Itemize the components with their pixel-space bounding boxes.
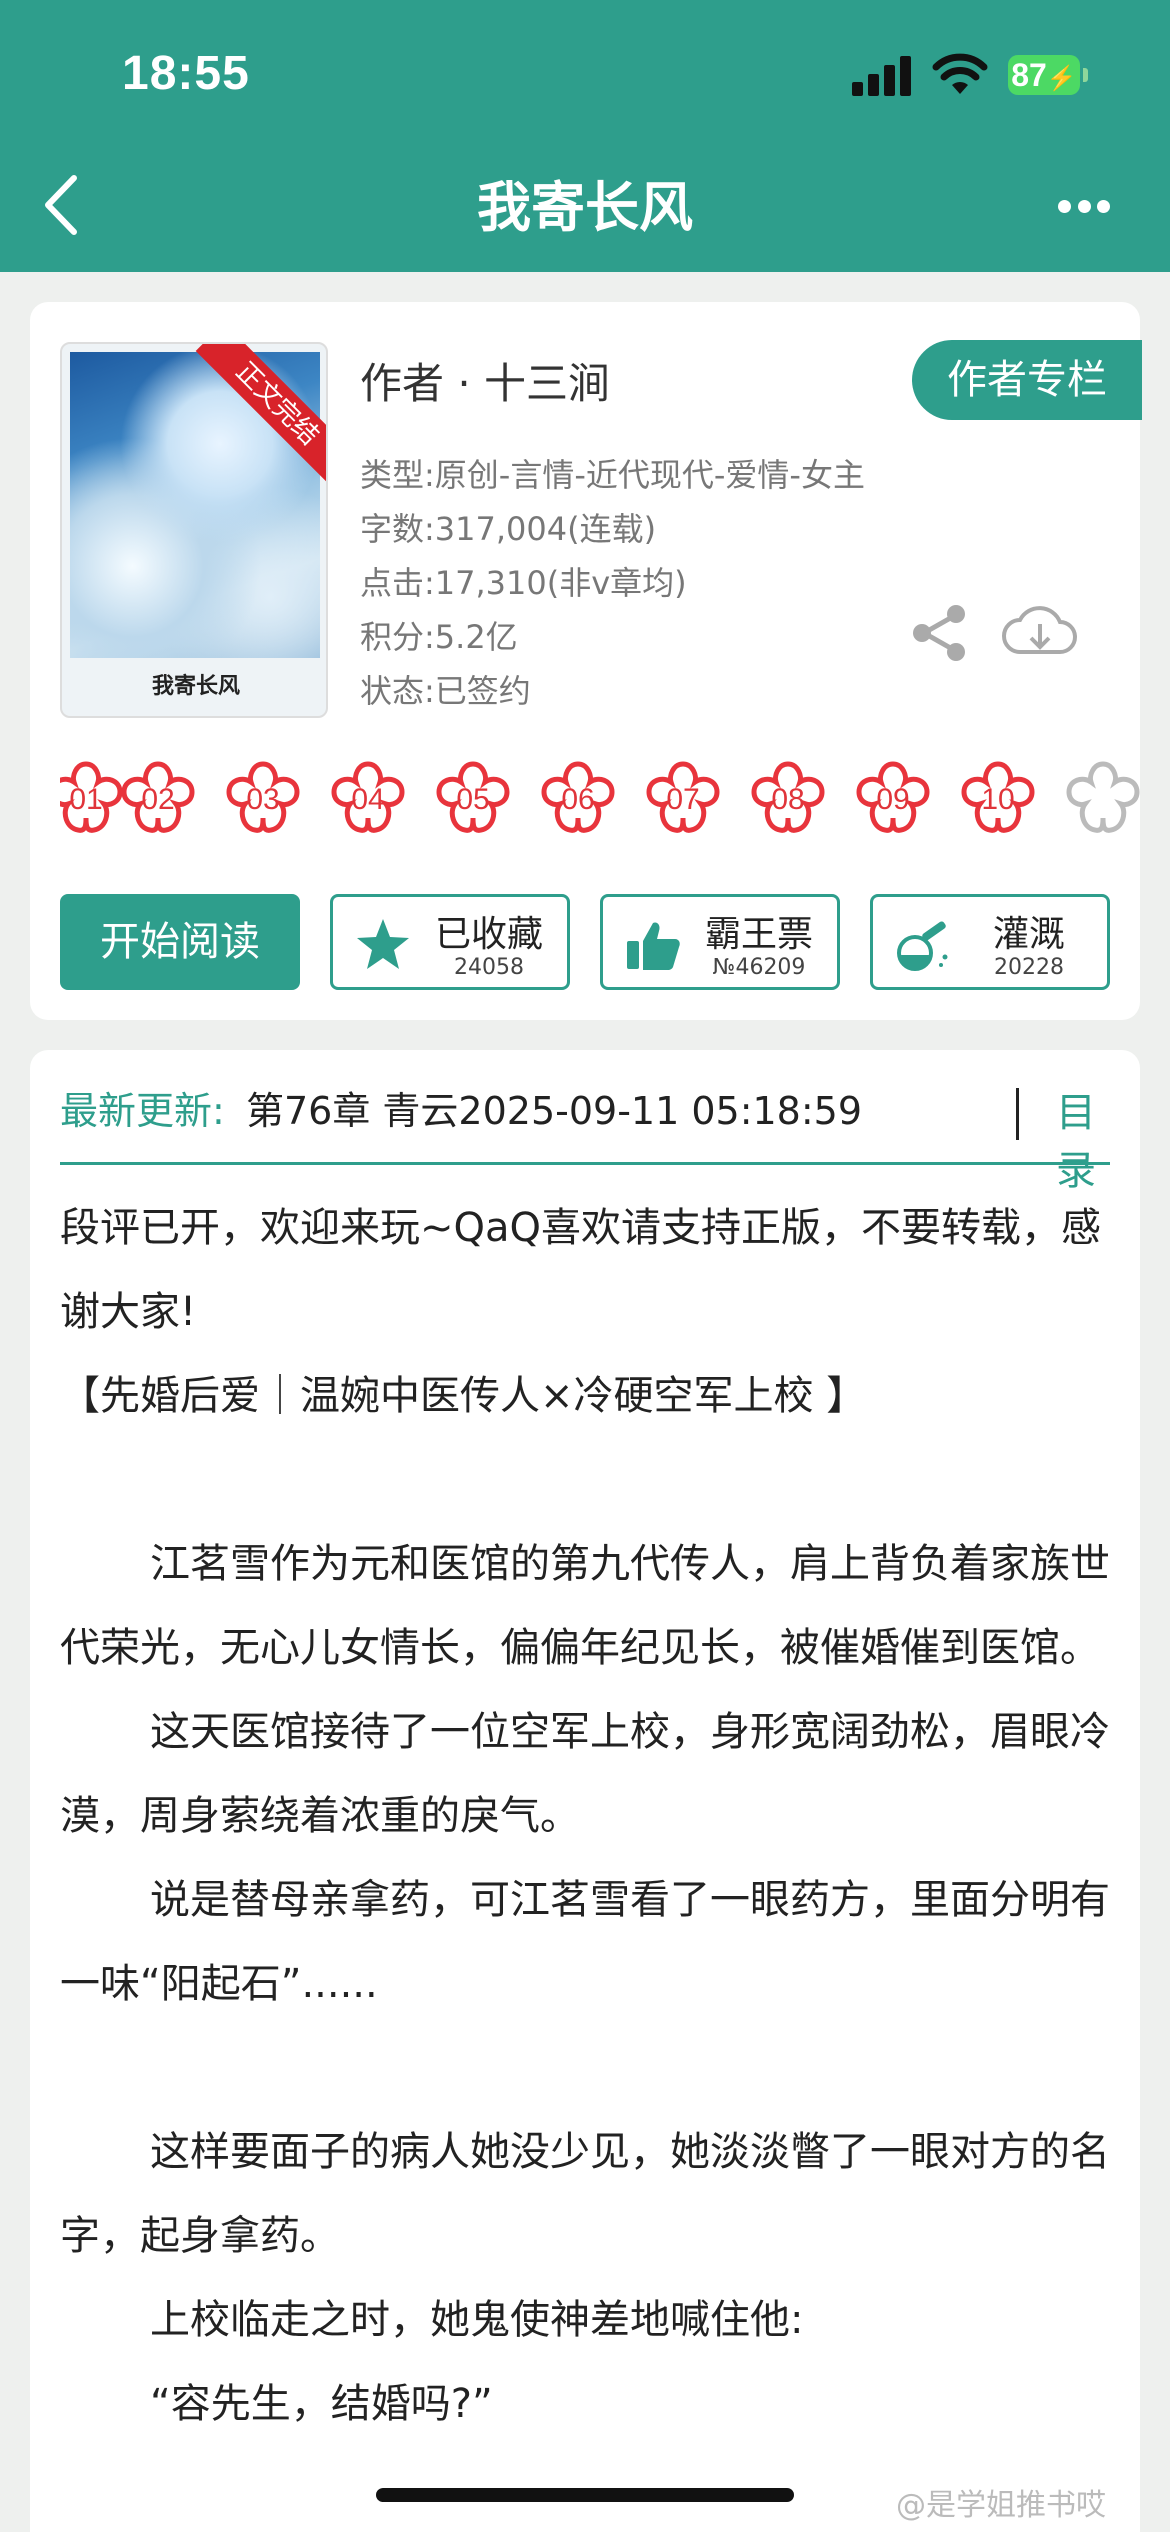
battery-icon: 87⚡ [1008,55,1088,95]
description-paragraph: 说是替母亲拿药，可江茗雪看了一眼药方，里面分明有一味“阳起石”...... [60,1877,1110,2007]
flower-badge: 07 [637,754,729,846]
flower-number: 04 [351,783,385,816]
book-word-count: 字数:317,004(连载) [360,510,657,548]
divider [1016,1088,1019,1140]
description-card: 最新更新: 第76章 青云2025-09-11 05:18:59 目录 段评已开… [30,1050,1140,2532]
flower-number: 10 [981,783,1015,816]
collect-count: 24058 [454,955,524,980]
app-header: 18:55 87⚡ 我寄长风 [0,0,1170,272]
page-title: 我寄长风 [477,176,693,239]
watermark: @是学姐推书哎 [896,2488,1106,2523]
flower-badge: 10 [952,754,1044,846]
latest-update-label: 最新更新: [60,1089,225,1133]
flower-number: 08 [771,783,805,816]
status-time: 18:55 [122,47,250,100]
description-paragraph: 段评已开，欢迎来玩~QaQ喜欢请支持正版，不要转载，感谢大家! [60,1205,1101,1335]
water-label: 灌溉 [992,914,1065,955]
flower-rating-row: 01 02 03 04 05 06 07 08 09 10 [60,754,1140,850]
flower-badge: 03 [217,754,309,846]
water-count: 20228 [994,955,1064,980]
flower-number: 07 [666,783,700,816]
table-of-contents-link[interactable]: 目录 [1056,1080,1110,1196]
flower-number: 06 [561,783,595,816]
start-reading-button[interactable]: 开始阅读 [60,894,300,990]
battery-level: 87 [1011,57,1047,93]
flower-badge: 09 [847,754,939,846]
description-paragraph [60,2026,1120,2110]
book-description: 段评已开，欢迎来玩~QaQ喜欢请支持正版，不要转载，感谢大家! 【先婚后爱｜温婉… [60,1186,1120,2446]
download-icon[interactable] [1002,602,1078,664]
description-paragraph: 江茗雪作为元和医馆的第九代传人，肩上背负着家族世代荣光，无心儿女情长，偏偏年纪见… [60,1541,1110,1671]
vote-count: №46209 [712,955,806,980]
flower-badge: 05 [427,754,519,846]
collect-button[interactable]: 已收藏 24058 [330,894,570,990]
description-paragraph [60,1438,1120,1522]
divider [60,1162,1110,1165]
bawang-vote-button[interactable]: 霸王票 №46209 [600,894,840,990]
home-indicator[interactable] [376,2488,794,2502]
flower-number: 09 [876,783,910,816]
book-clicks: 点击:17,310(非v章均) [360,564,687,602]
thumbs-up-icon [627,922,680,970]
book-info-card: 我寄长风 正文完结 作者 · 十三涧 作者专栏 类型:原创-言情-近代现代-爱情… [30,302,1142,1020]
more-icon[interactable] [1058,200,1110,216]
signal-icon [852,54,914,96]
flower-number: 05 [456,783,490,816]
watering-flask-icon [897,921,948,971]
flower-number: 02 [141,783,175,816]
wifi-icon [932,53,988,94]
collect-label: 已收藏 [434,914,543,955]
water-button[interactable]: 灌溉 20228 [870,894,1110,990]
description-paragraph: “容先生，结婚吗?” [150,2381,493,2427]
book-score: 积分:5.2亿 [360,618,518,656]
author-name[interactable]: 作者 · 十三涧 [360,350,610,411]
description-paragraph: 上校临走之时，她鬼使神差地喊住他: [150,2297,804,2343]
flower-badge: 06 [532,754,624,846]
latest-chapter[interactable]: 第76章 青云2025-09-11 05:18:59 [246,1080,862,1135]
description-paragraph: 【先婚后爱｜温婉中医传人×冷硬空军上校 】 [60,1373,867,1419]
cover-title: 我寄长风 [151,673,240,699]
book-cover[interactable]: 我寄长风 正文完结 [60,342,328,718]
book-type: 类型:原创-言情-近代现代-爱情-女主 [360,456,865,494]
description-paragraph: 这样要面子的病人她没少见，她淡淡瞥了一眼对方的名字，起身拿药。 [60,2129,1110,2259]
flower-badge: 08 [742,754,834,846]
flower-badge: 02 [112,754,204,846]
latest-update-row[interactable]: 最新更新: 第76章 青云2025-09-11 05:18:59 目录 [60,1080,1110,1194]
star-icon [357,919,409,969]
flower-badge-partial [1057,754,1140,846]
description-paragraph: 这天医馆接待了一位空军上校，身形宽阔劲松，眉眼冷漠，周身萦绕着浓重的戾气。 [60,1709,1110,1839]
share-icon[interactable] [910,604,968,662]
book-status: 状态:已签约 [360,672,531,710]
author-column-button[interactable]: 作者专栏 [912,340,1142,420]
vote-label: 霸王票 [704,914,813,955]
flower-badge: 04 [322,754,414,846]
flower-number: 03 [246,783,280,816]
